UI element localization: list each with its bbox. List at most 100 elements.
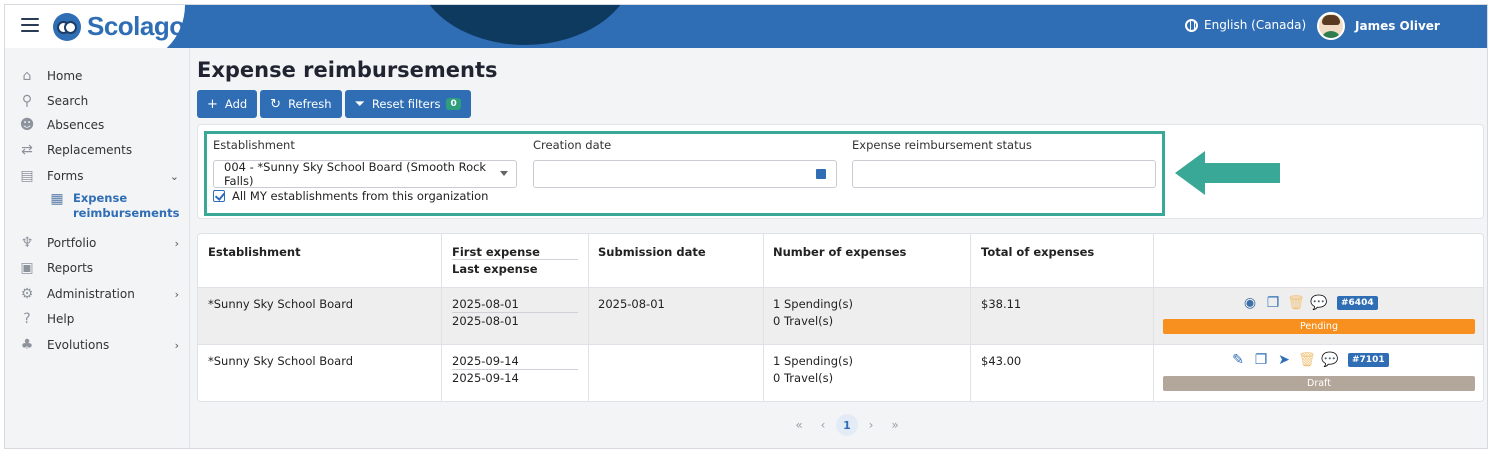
creation-date-label: Creation date xyxy=(533,138,612,152)
caret-down-icon xyxy=(500,171,508,176)
row-actions: ✎ ❐ ➤ 🗑 💬 #7101 xyxy=(1230,352,1389,368)
cell-last-expense: 2025-08-01 xyxy=(452,314,519,328)
request-id-badge[interactable]: #6404 xyxy=(1337,296,1378,310)
column-header-total-of-expenses[interactable]: Total of expenses xyxy=(981,245,1094,259)
avatar xyxy=(1317,12,1345,40)
row-divider xyxy=(198,287,1483,288)
refresh-button[interactable]: ↻ Refresh xyxy=(260,90,342,118)
first-page-icon[interactable]: « xyxy=(788,414,810,436)
comment-icon[interactable]: 💬 xyxy=(1310,295,1327,311)
globe-icon xyxy=(1185,18,1198,32)
main-content: Expense reimbursements + Add ↻ Refresh ⏷… xyxy=(191,48,1487,448)
sidebar-item-label: Home xyxy=(47,69,83,83)
arrow-left-icon xyxy=(1175,151,1280,195)
document-icon: ▦ xyxy=(50,191,64,207)
help-icon: ? xyxy=(23,311,31,327)
cell-establishment: *Sunny Sky School Board xyxy=(208,297,354,311)
column-header-number-of-expenses[interactable]: Number of expenses xyxy=(773,245,906,259)
header-separator xyxy=(452,259,578,260)
next-page-icon[interactable]: › xyxy=(860,414,882,436)
all-establishments-label: All MY establishments from this organiza… xyxy=(232,189,489,203)
sidebar-item-evolutions[interactable]: ♣ Evolutions › xyxy=(19,335,179,355)
sidebar-item-home[interactable]: ⌂ Home xyxy=(19,66,179,86)
reports-icon: ▣ xyxy=(20,260,34,276)
filter-count-badge: 0 xyxy=(446,98,461,110)
sidebar-item-forms[interactable]: ▤ Forms ⌄ xyxy=(19,166,179,186)
chevron-right-icon: › xyxy=(174,287,179,301)
column-divider xyxy=(1153,234,1154,401)
filter-highlight-box: Establishment 004 - *Sunny Sky School Bo… xyxy=(204,131,1165,216)
status-badge: Pending xyxy=(1163,319,1475,334)
send-icon[interactable]: ➤ xyxy=(1276,352,1292,368)
logo[interactable]: Scolago xyxy=(53,11,185,42)
column-divider xyxy=(441,234,442,401)
page-number[interactable]: 1 xyxy=(836,414,858,436)
status-select[interactable] xyxy=(852,160,1156,188)
column-header-last-expense[interactable]: Last expense xyxy=(452,262,538,276)
delete-icon[interactable]: 🗑 xyxy=(1298,352,1316,368)
user-menu[interactable]: James Oliver xyxy=(1317,12,1440,40)
status-badge: Draft xyxy=(1163,376,1475,391)
sidebar-subitem-label: Expense reimbursements xyxy=(73,191,180,220)
creation-date-input[interactable] xyxy=(533,160,837,188)
sidebar-item-search[interactable]: ⚲ Search xyxy=(19,91,179,111)
page-title: Expense reimbursements xyxy=(197,58,498,82)
sidebar-item-label: Administration xyxy=(47,287,135,301)
sidebar-item-label: Portfolio xyxy=(47,236,97,250)
language-selector[interactable]: English (Canada) xyxy=(1185,18,1306,32)
search-icon: ⚲ xyxy=(21,93,33,109)
delete-icon[interactable]: 🗑 xyxy=(1287,295,1305,311)
sidebar-item-reports[interactable]: ▣ Reports xyxy=(19,258,179,278)
last-page-icon[interactable]: » xyxy=(884,414,906,436)
all-establishments-checkbox[interactable]: All MY establishments from this organiza… xyxy=(213,189,488,203)
establishment-select[interactable]: 004 - *Sunny Sky School Board (Smooth Ro… xyxy=(213,160,517,188)
cell-separator xyxy=(452,369,578,370)
column-header-establishment[interactable]: Establishment xyxy=(208,245,301,259)
sidebar-item-label: Search xyxy=(47,94,89,108)
request-id-badge[interactable]: #7101 xyxy=(1348,353,1389,367)
sidebar-item-replacements[interactable]: ⇄ Replacements xyxy=(19,140,179,160)
status-label: Expense reimbursement status xyxy=(852,138,1032,152)
sidebar-item-absences[interactable]: ☻ Absences xyxy=(19,115,179,135)
cell-establishment: *Sunny Sky School Board xyxy=(208,354,354,368)
reset-filters-label: Reset filters xyxy=(371,97,441,111)
copy-icon[interactable]: ❐ xyxy=(1253,352,1269,368)
cell-separator xyxy=(452,312,578,313)
trophy-icon: ♆ xyxy=(20,235,34,251)
sidebar-item-label: Evolutions xyxy=(47,338,110,352)
reset-filters-button[interactable]: ⏷ Reset filters 0 xyxy=(344,90,471,118)
sidebar-item-help[interactable]: ? Help xyxy=(19,309,179,329)
top-bar: Scolago English (Canada) James Oliver xyxy=(5,5,1487,48)
pagination: « ‹ 1 › » xyxy=(787,414,907,436)
menu-toggle-icon[interactable] xyxy=(21,18,39,34)
add-button[interactable]: + Add xyxy=(197,90,258,118)
sidebar-item-portfolio[interactable]: ♆ Portfolio › xyxy=(19,233,179,253)
calendar-icon[interactable] xyxy=(816,169,826,179)
previous-page-icon[interactable]: ‹ xyxy=(812,414,834,436)
copy-icon[interactable]: ❐ xyxy=(1265,295,1281,311)
chevron-right-icon: › xyxy=(174,236,179,250)
cell-travel: 0 Travel(s) xyxy=(773,314,834,328)
user-name: James Oliver xyxy=(1355,19,1440,33)
column-header-first-expense[interactable]: First expense xyxy=(452,245,540,259)
view-icon[interactable]: ◉ xyxy=(1242,295,1258,311)
owl-logo-icon xyxy=(53,12,81,41)
language-label: English (Canada) xyxy=(1204,18,1307,32)
row-actions: ◉ ❐ 🗑 💬 #6404 xyxy=(1242,295,1378,311)
edit-icon[interactable]: ✎ xyxy=(1230,352,1246,368)
sidebar-item-administration[interactable]: ⚙ Administration › xyxy=(19,284,179,304)
sidebar-subitem-expense-reimbursements[interactable]: ▦ Expense reimbursements xyxy=(49,191,180,221)
column-header-submission-date[interactable]: Submission date xyxy=(598,245,706,259)
cell-spending: 1 Spending(s) xyxy=(773,297,853,311)
sidebar-item-label: Replacements xyxy=(47,143,133,157)
cell-first-expense: 2025-09-14 xyxy=(452,354,519,368)
sidebar-item-label: Help xyxy=(47,312,75,326)
filter-icon: ⏷ xyxy=(354,96,365,112)
sprout-icon: ♣ xyxy=(20,337,34,353)
comment-icon[interactable]: 💬 xyxy=(1321,352,1338,368)
plus-icon: + xyxy=(207,96,218,112)
sidebar-item-label: Absences xyxy=(47,118,105,132)
checkbox-checked-icon[interactable] xyxy=(213,190,225,202)
cell-total: $43.00 xyxy=(981,354,1022,368)
cell-first-expense: 2025-08-01 xyxy=(452,297,519,311)
